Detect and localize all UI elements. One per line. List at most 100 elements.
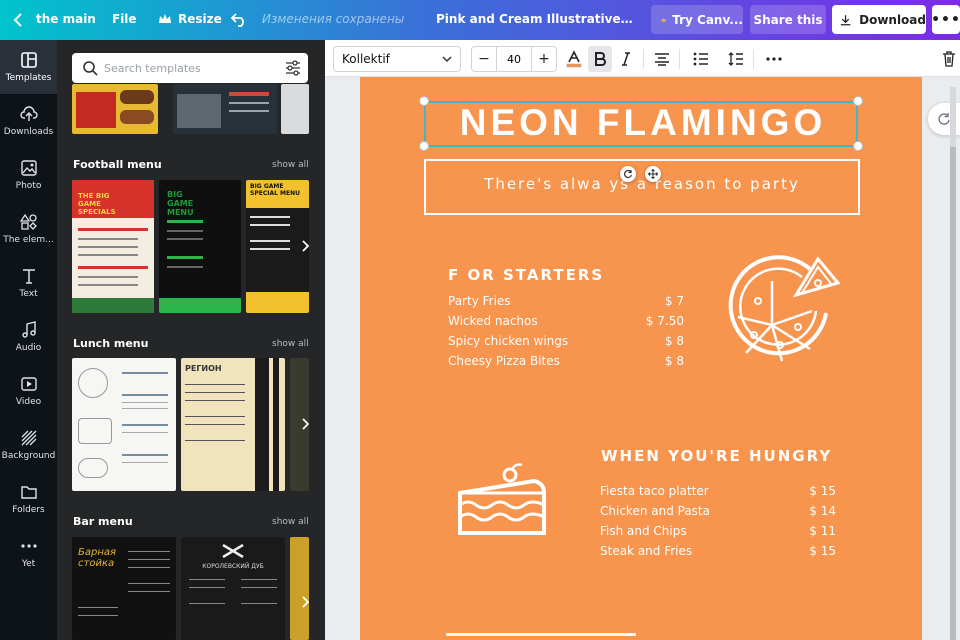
menu-item-name[interactable]: Fish and Chips <box>600 524 687 538</box>
show-all-link[interactable]: show all <box>272 517 309 527</box>
rail-item-downloads[interactable]: Downloads <box>0 94 57 148</box>
menu-item-price[interactable]: $ 11 <box>780 524 836 538</box>
menu-item-price[interactable]: $ 8 <box>628 354 684 368</box>
align-center-button[interactable] <box>650 46 674 72</box>
show-all-link[interactable]: show all <box>272 339 309 349</box>
more-format-options-button[interactable] <box>762 46 786 72</box>
section-title: Bar menu <box>73 515 133 528</box>
rail-label: Background <box>1 451 56 461</box>
download-icon <box>840 14 851 25</box>
template-thumbnail[interactable]: РЕГИОН <box>181 358 285 491</box>
font-size-increase-button[interactable]: + <box>531 46 557 72</box>
font-name: Kollektif <box>342 52 390 66</box>
bold-button[interactable] <box>588 46 612 72</box>
menu-item-name[interactable]: Wicked nachos <box>448 314 538 328</box>
move-handle[interactable] <box>645 166 661 182</box>
thumb-text: РЕГИОН <box>185 364 222 373</box>
list-button[interactable] <box>689 46 713 72</box>
rail-item-background[interactable]: Background <box>0 418 57 472</box>
font-family-dropdown[interactable]: Kollektif <box>333 46 461 72</box>
menu-item-price[interactable]: $ 7.50 <box>628 314 684 328</box>
show-all-link[interactable]: show all <box>272 160 309 170</box>
rail-item-photo[interactable]: Photo <box>0 148 57 202</box>
template-thumbnail[interactable]: КОРОЛЕВСКИЙ ДУБ <box>181 537 285 640</box>
resize-handle[interactable] <box>419 96 429 106</box>
template-thumbnail[interactable] <box>281 84 309 134</box>
scroll-right-button[interactable] <box>295 236 315 256</box>
document-title[interactable]: Pink and Cream Illustrative Restaura... <box>436 12 636 26</box>
italic-button[interactable] <box>614 46 638 72</box>
italic-icon <box>622 52 630 66</box>
chevron-right-icon <box>302 596 309 608</box>
crown-icon <box>661 17 666 21</box>
menu-item-name[interactable]: Chicken and Pasta <box>600 504 710 518</box>
menu-item-price[interactable]: $ 7 <box>628 294 684 308</box>
thumb-text: BIG GAME SPECIAL MENU <box>250 183 300 197</box>
template-thumbnail[interactable] <box>173 84 277 134</box>
spacing-button[interactable] <box>724 46 748 72</box>
rail-label: Video <box>15 397 42 407</box>
pizza-icon[interactable] <box>718 253 842 377</box>
file-menu[interactable]: File <box>112 12 137 26</box>
filter-icon[interactable] <box>284 59 302 77</box>
shapes-icon <box>19 213 37 230</box>
templates-panel: Football menu show all THE BIG GAME SPEC… <box>57 40 325 640</box>
menu-item-price[interactable]: $ 15 <box>780 484 836 498</box>
menu-item-price[interactable]: $ 8 <box>628 334 684 348</box>
menu-item-name[interactable]: Spicy chicken wings <box>448 334 568 348</box>
menu-item-name[interactable]: Fiesta taco platter <box>600 484 709 498</box>
scroll-right-button[interactable] <box>295 592 315 612</box>
scroll-right-button[interactable] <box>295 414 315 434</box>
delete-button[interactable] <box>937 46 960 72</box>
line-spacing-icon <box>728 52 743 66</box>
refresh-icon <box>938 113 950 125</box>
selection-box <box>424 101 858 147</box>
menu-item-name[interactable]: Party Fries <box>448 294 511 308</box>
menu-subtitle[interactable]: There's alwa ys a reason to party <box>426 175 858 193</box>
menu-item-name[interactable]: Cheesy Pizza Bites <box>448 354 560 368</box>
chevron-right-icon <box>302 240 309 252</box>
resize-handle[interactable] <box>419 141 429 151</box>
download-button[interactable]: Download <box>832 5 926 34</box>
canvas-area: NEON FLAMINGO There's alwa ys a reason t… <box>325 77 960 640</box>
menu-item-price[interactable]: $ 15 <box>780 544 836 558</box>
menu-item-name[interactable]: Steak and Fries <box>600 544 692 558</box>
undo-icon[interactable] <box>230 10 248 28</box>
rail-item-folders[interactable]: Folders <box>0 472 57 526</box>
template-thumbnail[interactable] <box>290 537 309 640</box>
search-input[interactable] <box>104 59 274 77</box>
text-icon <box>22 269 35 284</box>
template-thumbnail[interactable] <box>72 358 176 491</box>
menu-item-price[interactable]: $ 14 <box>780 504 836 518</box>
resize-handle[interactable] <box>853 141 863 151</box>
template-thumbnail[interactable] <box>72 84 158 134</box>
template-thumbnail[interactable]: THE BIG GAME SPECIALS <box>72 180 154 313</box>
text-color-button[interactable] <box>562 46 586 72</box>
hungry-heading[interactable]: WHEN YOU'RE HUNGRY <box>601 447 832 465</box>
cake-slice-icon[interactable] <box>454 463 550 539</box>
more-options-button[interactable]: ••• <box>931 5 960 34</box>
font-size-input[interactable]: 40 <box>497 46 531 72</box>
design-page[interactable]: NEON FLAMINGO There's alwa ys a reason t… <box>360 77 922 640</box>
rail-item-more[interactable]: Yet <box>0 526 57 580</box>
share-button[interactable]: Share this <box>750 5 826 34</box>
thumb-text: Барная стойка <box>78 547 117 569</box>
rail-item-audio[interactable]: Audio <box>0 310 57 364</box>
canvas-scrollbar[interactable] <box>950 87 956 640</box>
rotate-handle[interactable] <box>620 166 636 182</box>
home-link[interactable]: the main <box>36 12 96 26</box>
try-canva-pro-button[interactable]: Try Canv... <box>651 5 743 34</box>
resize-button[interactable]: Resize <box>158 12 222 26</box>
rail-label: The elem... <box>3 235 54 245</box>
rail-item-video[interactable]: Video <box>0 364 57 418</box>
template-thumbnail[interactable]: BIG GAME MENU <box>159 180 241 313</box>
font-size-decrease-button[interactable]: − <box>471 46 497 72</box>
rail-item-text[interactable]: Text <box>0 256 57 310</box>
rail-item-elements[interactable]: The elem... <box>0 202 57 256</box>
back-chevron-icon[interactable] <box>12 12 26 28</box>
rail-item-templates[interactable]: Templates <box>0 40 57 94</box>
resize-handle[interactable] <box>853 96 863 106</box>
align-center-icon <box>655 53 669 66</box>
starters-heading[interactable]: F OR STARTERS <box>448 266 604 284</box>
template-thumbnail[interactable]: Барная стойка <box>72 537 176 640</box>
